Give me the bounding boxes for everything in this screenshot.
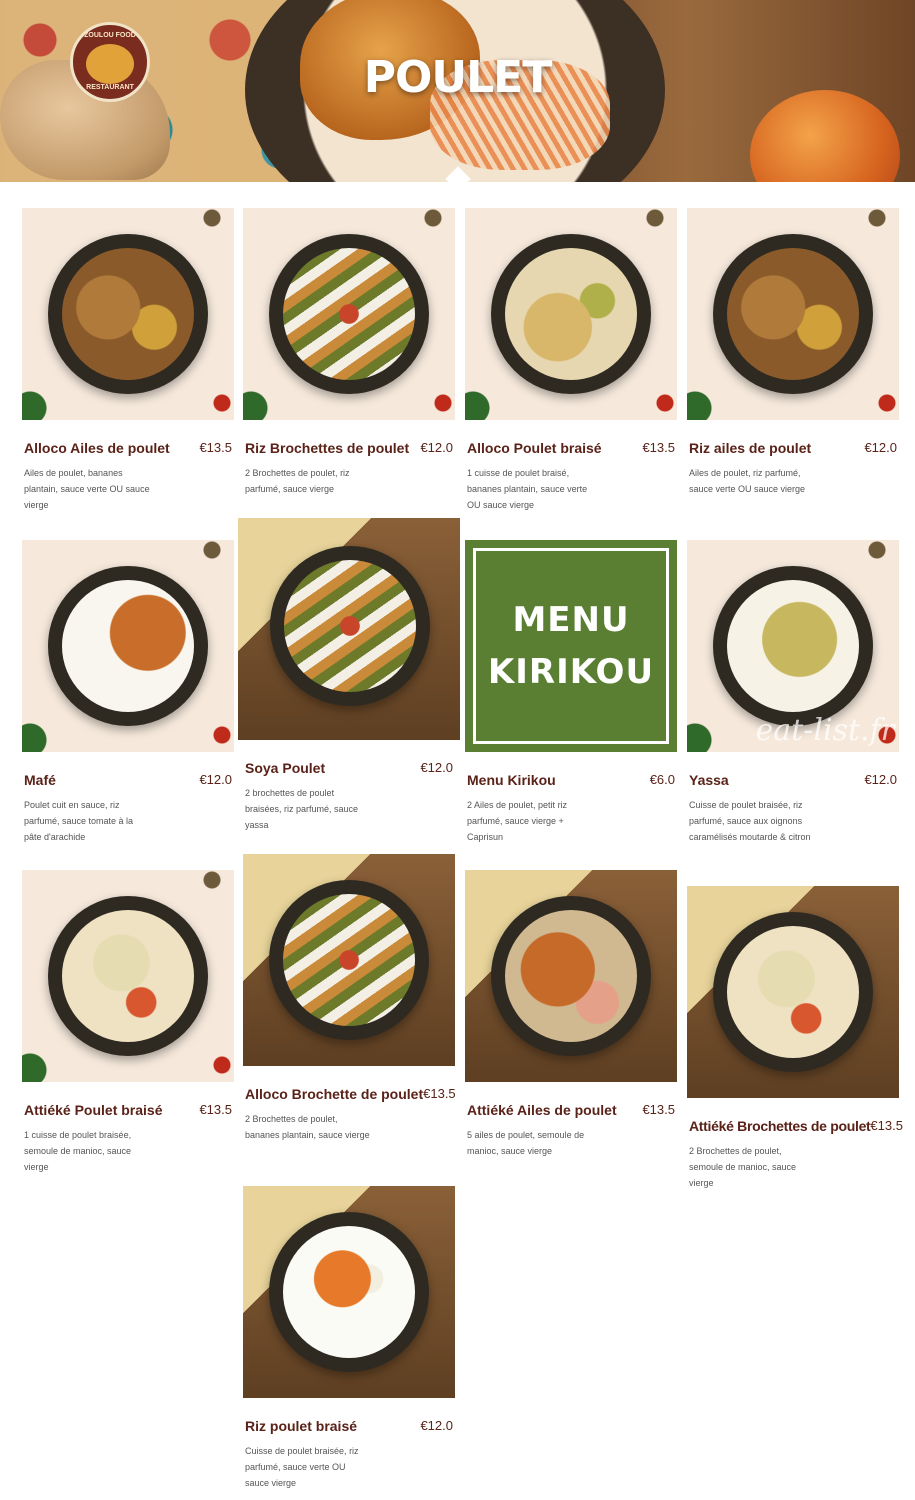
menu-kirikou-line2: KIRIKOU bbox=[487, 652, 655, 692]
product-card-mafe[interactable]: Mafé €12.0 Poulet cuit en sauce, riz parf… bbox=[22, 540, 234, 845]
product-image[interactable] bbox=[243, 208, 455, 420]
mango-decoration bbox=[750, 90, 900, 182]
product-image[interactable] bbox=[465, 208, 677, 420]
product-price: €13.5 bbox=[642, 1102, 675, 1117]
product-description: Poulet cuit en sauce, riz parfumé, sauce… bbox=[24, 800, 134, 842]
product-card-riz-brochettes[interactable]: Riz Brochettes de poulet €12.0 2 Brochett… bbox=[243, 208, 455, 497]
product-price: €13.5 bbox=[870, 1118, 903, 1133]
product-description: 2 Brochettes de poulet, riz parfumé, sau… bbox=[245, 468, 350, 494]
watermark: eat-list.fr bbox=[755, 713, 895, 748]
product-name[interactable]: Riz poulet braisé bbox=[245, 1418, 357, 1434]
menu-kirikou-line1: MENU bbox=[512, 600, 630, 640]
product-description: 2 Ailes de poulet, petit riz parfumé, sa… bbox=[467, 800, 568, 842]
product-image[interactable]: eat-list.fr bbox=[687, 540, 899, 752]
product-name[interactable]: Alloco Poulet braisé bbox=[467, 440, 602, 456]
product-description: 1 cuisse de poulet braisé, bananes plant… bbox=[467, 468, 588, 510]
product-card-soya-poulet[interactable]: Soya Poulet €12.0 2 brochettes de poulet … bbox=[238, 518, 460, 833]
product-price: €12.0 bbox=[420, 760, 453, 775]
product-description: Cuisse de poulet braisée, riz parfumé, s… bbox=[689, 800, 811, 842]
product-card-alloco-brochette[interactable]: Alloco Brochette de poulet €13.5 2 Broche… bbox=[243, 854, 456, 1143]
product-price: €12.0 bbox=[420, 440, 453, 455]
product-description: Ailes de poulet, riz parfumé, sauce vert… bbox=[689, 468, 806, 494]
product-name[interactable]: Yassa bbox=[689, 772, 729, 788]
product-price: €12.0 bbox=[864, 440, 897, 455]
product-price: €13.5 bbox=[423, 1086, 456, 1101]
product-price: €12.0 bbox=[420, 1418, 453, 1433]
menu-kirikou-tile[interactable]: MENU KIRIKOU bbox=[465, 540, 677, 752]
product-card-riz-ailes[interactable]: Riz ailes de poulet €12.0 Ailes de poulet… bbox=[687, 208, 899, 497]
product-name[interactable]: Riz ailes de poulet bbox=[689, 440, 811, 456]
product-image[interactable] bbox=[465, 870, 677, 1082]
product-description: Ailes de poulet, bananes plantain, sauce… bbox=[24, 468, 150, 510]
product-card-riz-poulet-braise[interactable]: Riz poulet braisé €12.0 Cuisse de poulet … bbox=[243, 1186, 455, 1491]
menu-kirikou-frame: MENU KIRIKOU bbox=[473, 548, 669, 744]
product-name[interactable]: Alloco Brochette de poulet bbox=[245, 1086, 423, 1102]
product-price: €6.0 bbox=[649, 772, 675, 787]
product-card-yassa[interactable]: eat-list.fr Yassa €12.0 Cuisse de poulet … bbox=[687, 540, 899, 845]
product-name[interactable]: Mafé bbox=[24, 772, 56, 788]
product-description: 2 Brochettes de poulet, semoule de manio… bbox=[689, 1146, 797, 1188]
product-description: 2 brochettes de poulet braisées, riz par… bbox=[245, 788, 359, 830]
product-description: 5 ailes de poulet, semoule de manioc, sa… bbox=[467, 1130, 585, 1156]
product-image[interactable] bbox=[687, 208, 899, 420]
product-description: 2 Brochettes de poulet, bananes plantain… bbox=[245, 1114, 370, 1140]
product-description: 1 cuisse de poulet braisée, semoule de m… bbox=[24, 1130, 132, 1172]
product-image[interactable] bbox=[687, 886, 899, 1098]
product-name[interactable]: Soya Poulet bbox=[245, 760, 325, 776]
product-card-alloco-ailes[interactable]: Alloco Ailes de poulet €13.5 Ailes de pou… bbox=[22, 208, 234, 513]
product-card-attieke-ailes[interactable]: Attiéké Ailes de poulet €13.5 5 ailes de … bbox=[465, 870, 677, 1159]
product-image[interactable] bbox=[22, 870, 234, 1082]
product-name[interactable]: Alloco Ailes de poulet bbox=[24, 440, 170, 456]
product-card-attieke-brochettes[interactable]: Attiéké Brochettes de poulet €13.5 2 Broc… bbox=[687, 886, 903, 1191]
product-description: Cuisse de poulet braisée, riz parfumé, s… bbox=[245, 1446, 359, 1488]
logo-top-text: ZOULOU FOOD bbox=[84, 32, 136, 39]
product-price: €12.0 bbox=[199, 772, 232, 787]
product-image[interactable] bbox=[243, 1186, 455, 1398]
product-name[interactable]: Attiéké Ailes de poulet bbox=[467, 1102, 617, 1118]
product-price: €13.5 bbox=[199, 1102, 232, 1117]
product-price: €13.5 bbox=[199, 440, 232, 455]
product-name[interactable]: Attiéké Brochettes de poulet bbox=[689, 1118, 871, 1134]
product-name[interactable]: Riz Brochettes de poulet bbox=[245, 440, 409, 456]
product-price: €12.0 bbox=[864, 772, 897, 787]
product-image[interactable] bbox=[22, 208, 234, 420]
product-card-attieke-poulet-braise[interactable]: Attiéké Poulet braisé €13.5 1 cuisse de p… bbox=[22, 870, 234, 1175]
hero-banner: ZOULOU FOOD RESTAURANT POULET bbox=[0, 0, 915, 182]
product-image[interactable] bbox=[22, 540, 234, 752]
page-title: POULET bbox=[363, 52, 553, 103]
product-image[interactable] bbox=[238, 518, 460, 740]
product-name[interactable]: Menu Kirikou bbox=[467, 772, 556, 788]
product-image[interactable] bbox=[243, 854, 455, 1066]
product-price: €13.5 bbox=[642, 440, 675, 455]
product-card-menu-kirikou[interactable]: MENU KIRIKOU Menu Kirikou €6.0 2 Ailes de… bbox=[465, 540, 677, 845]
product-card-alloco-poulet-braise[interactable]: Alloco Poulet braisé €13.5 1 cuisse de po… bbox=[465, 208, 677, 513]
product-name[interactable]: Attiéké Poulet braisé bbox=[24, 1102, 163, 1118]
